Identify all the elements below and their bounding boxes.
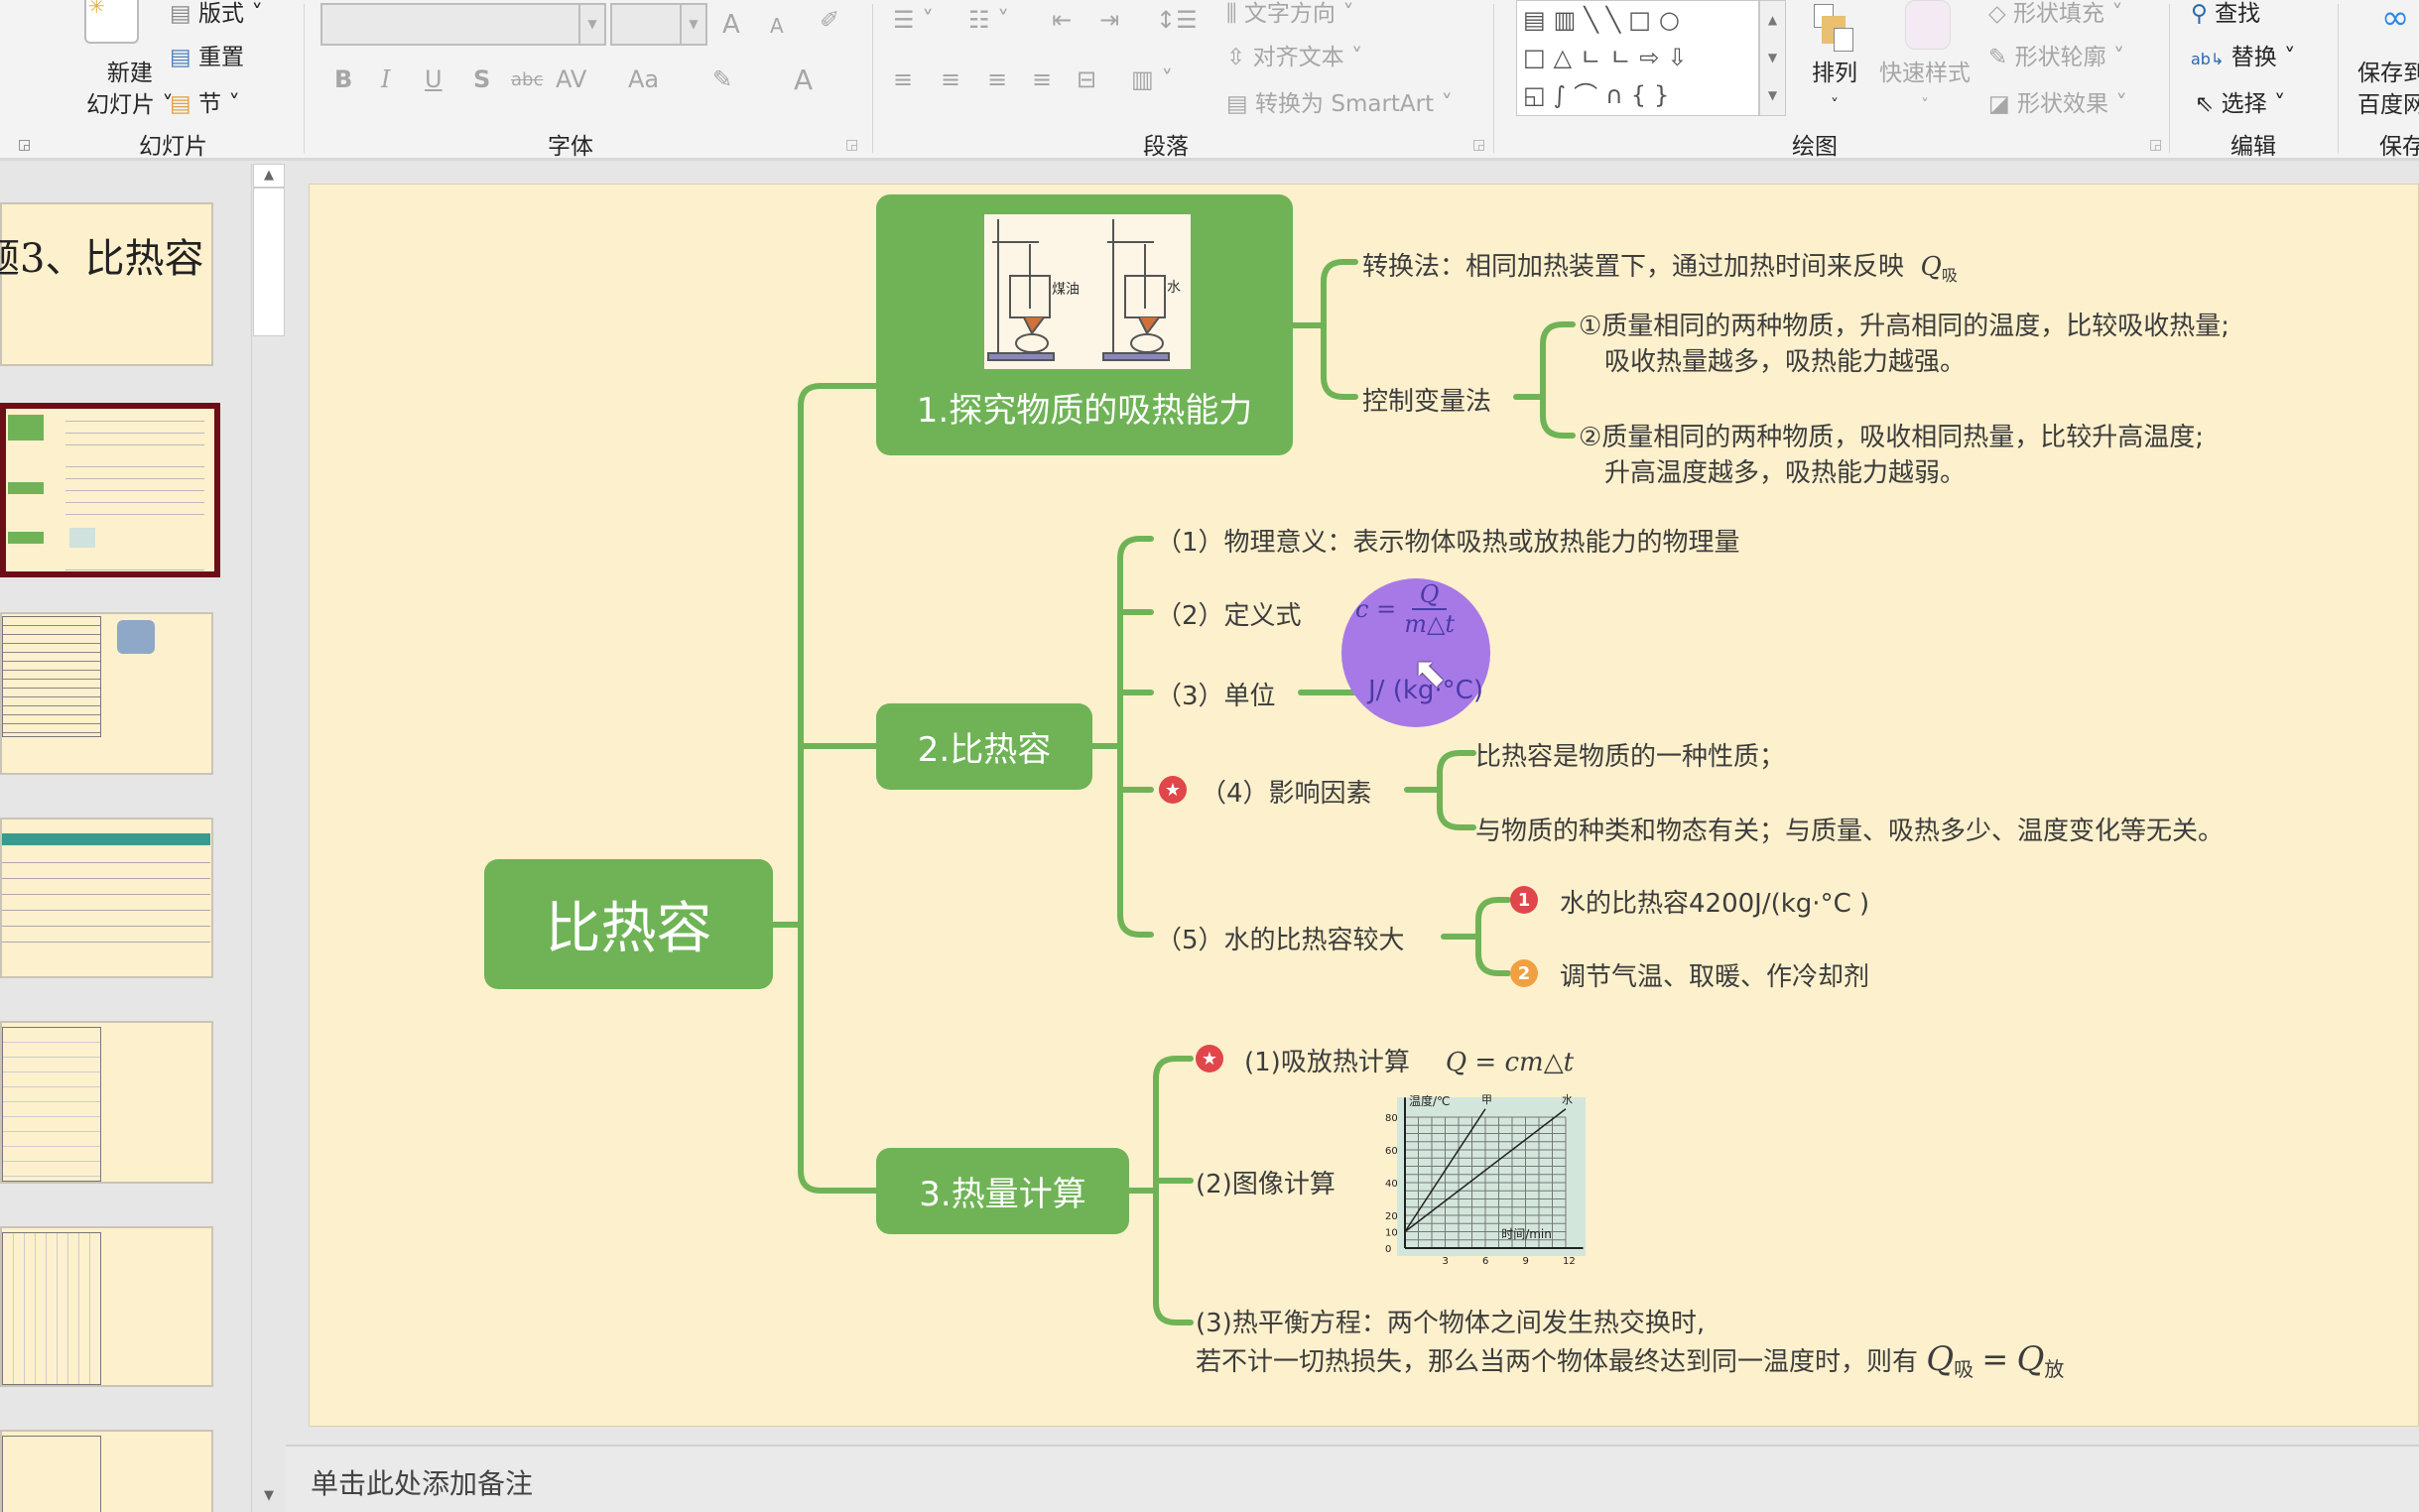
number-badge-2: 2	[1510, 959, 1538, 987]
heat-calc-label: (1)吸放热计算	[1244, 1048, 1410, 1077]
connector-factors	[1404, 750, 1476, 830]
x-tick-label: 9	[1523, 1256, 1529, 1267]
root-node[interactable]: 比热容	[484, 859, 773, 989]
physical-meaning[interactable]: （1）物理意义：表示物体吸热或放热能力的物理量	[1156, 522, 1740, 559]
formula-denominator: m△t	[1404, 610, 1456, 638]
control-item-2-line1: ②质量相同的两种物质，吸收相同热量，比较升高温度;	[1579, 423, 2205, 452]
label-water: 水	[1167, 280, 1181, 296]
control-item-1-line1: ①质量相同的两种物质，升高相同的温度，比较吸收热量;	[1579, 312, 2230, 341]
node-explore-heat-absorption[interactable]: 煤油 水 1.探究物质的吸热能力	[876, 194, 1293, 455]
connector-node2-branches	[1117, 536, 1154, 938]
q-subscript: 吸	[1941, 266, 1958, 286]
heat-balance-line2: 若不计一切热损失，那么当两个物体最终达到同一温度时，则有	[1196, 1347, 1919, 1377]
series-label: 水	[1562, 1093, 1573, 1106]
temperature-time-graph: 甲 水 80 60 40 20 10 0 3 6 9 12 温度/℃ 时间/min	[1385, 1093, 1586, 1267]
x-axis-label: 时间/min	[1501, 1227, 1552, 1241]
y-tick-label: 20	[1385, 1211, 1398, 1222]
y-tick-label: 10	[1385, 1228, 1398, 1239]
heat-balance-item[interactable]: (3)热平衡方程：两个物体之间发生热交换时, 若不计一切热损失，那么当两个物体最…	[1196, 1306, 2064, 1387]
label-kerosene: 煤油	[1052, 282, 1080, 298]
water-high-specific-heat[interactable]: （5）水的比热容较大	[1156, 920, 1405, 956]
x-tick-label: 3	[1443, 1256, 1449, 1267]
q-release-sub: 放	[2044, 1357, 2065, 1382]
equals-sign: =	[1981, 1340, 2009, 1378]
x-tick-label: 6	[1482, 1256, 1488, 1267]
node2-label: 2.比热容	[917, 730, 1052, 770]
unit[interactable]: （3）单位	[1156, 676, 1276, 712]
connector-trunk-1	[798, 383, 879, 1194]
specific-heat-formula: c = Qm△t	[1355, 580, 1455, 638]
connector-control-branches	[1540, 321, 1576, 439]
control-item-1[interactable]: ①质量相同的两种物质，升高相同的温度，比较吸收热量; 吸收热量越多，吸热能力越强。	[1579, 309, 2229, 380]
y-tick-label: 60	[1385, 1146, 1398, 1157]
factor-item-2[interactable]: 与物质的种类和物态有关；与质量、吸热多少、温度变化等无关。	[1475, 811, 2224, 847]
y-tick-label: 0	[1385, 1244, 1391, 1255]
star-icon: ★	[1196, 1045, 1223, 1072]
node3-label: 3.热量计算	[919, 1175, 1086, 1214]
y-tick-label: 80	[1385, 1113, 1398, 1124]
graph-calc-item[interactable]: (2)图像计算	[1196, 1164, 1336, 1200]
heat-balance-line1: (3)热平衡方程：两个物体之间发生热交换时,	[1196, 1309, 1706, 1338]
factor-item-1[interactable]: 比热容是物质的一种性质；	[1475, 736, 1785, 773]
q-symbol: Q	[1920, 252, 1942, 282]
heat-calc-item[interactable]: (1)吸放热计算 Q = cm△t	[1244, 1042, 1574, 1078]
notes-pane[interactable]: 单击此处添加备注	[286, 1445, 2419, 1512]
formula-numerator: Q	[1411, 580, 1448, 610]
water-item-1[interactable]: 水的比热容4200J/(kg·°C )	[1560, 883, 1869, 920]
y-tick-label: 40	[1385, 1179, 1398, 1190]
influencing-factors[interactable]: （4）影响因素	[1201, 773, 1372, 810]
y-axis-label: 温度/℃	[1409, 1093, 1451, 1108]
beaker-apparatus-illustration: 煤油 水	[987, 219, 1181, 361]
q-absorb-symbol: Q	[1926, 1339, 1955, 1379]
q-release-symbol: Q	[2016, 1339, 2045, 1379]
star-icon: ★	[1159, 776, 1187, 804]
water-item-2[interactable]: 调节气温、取暖、作冷却剂	[1560, 956, 1869, 993]
control-item-1-line2: 吸收热量越多，吸热能力越强。	[1604, 347, 1967, 377]
connector-node3-branches	[1153, 1056, 1194, 1325]
connector-water	[1441, 897, 1511, 976]
x-tick-label: 12	[1563, 1256, 1576, 1267]
conversion-text: 转换法：相同加热装置下，通过加热时间来反映	[1362, 252, 1905, 282]
conversion-method[interactable]: 转换法：相同加热装置下，通过加热时间来反映 Q吸	[1362, 246, 1958, 286]
number-badge-1: 1	[1510, 886, 1538, 914]
definition-formula[interactable]: （2）定义式	[1156, 595, 1302, 632]
formula-lhs: c =	[1355, 595, 1397, 623]
node-heat-calculation[interactable]: 3.热量计算	[876, 1148, 1129, 1234]
root-label: 比热容	[545, 897, 712, 961]
apparatus-image: 煤油 水	[984, 214, 1191, 369]
series-label: 甲	[1481, 1093, 1492, 1106]
control-item-2-line2: 升高温度越多，吸热能力越弱。	[1604, 458, 1967, 488]
notes-placeholder: 单击此处添加备注	[311, 1467, 534, 1500]
node1-label: 1.探究物质的吸热能力	[916, 391, 1253, 431]
q-absorb-sub: 吸	[1954, 1357, 1974, 1382]
connector-node1-branches	[1321, 259, 1358, 400]
control-item-2[interactable]: ②质量相同的两种物质，吸收相同热量，比较升高温度; 升高温度越多，吸热能力越弱。	[1579, 420, 2204, 491]
node-specific-heat[interactable]: 2.比热容	[876, 703, 1092, 790]
mouse-cursor-icon: ⬉	[1413, 650, 1447, 695]
control-variable-method[interactable]: 控制变量法	[1362, 381, 1491, 418]
heat-formula: Q = cm△t	[1445, 1048, 1575, 1077]
